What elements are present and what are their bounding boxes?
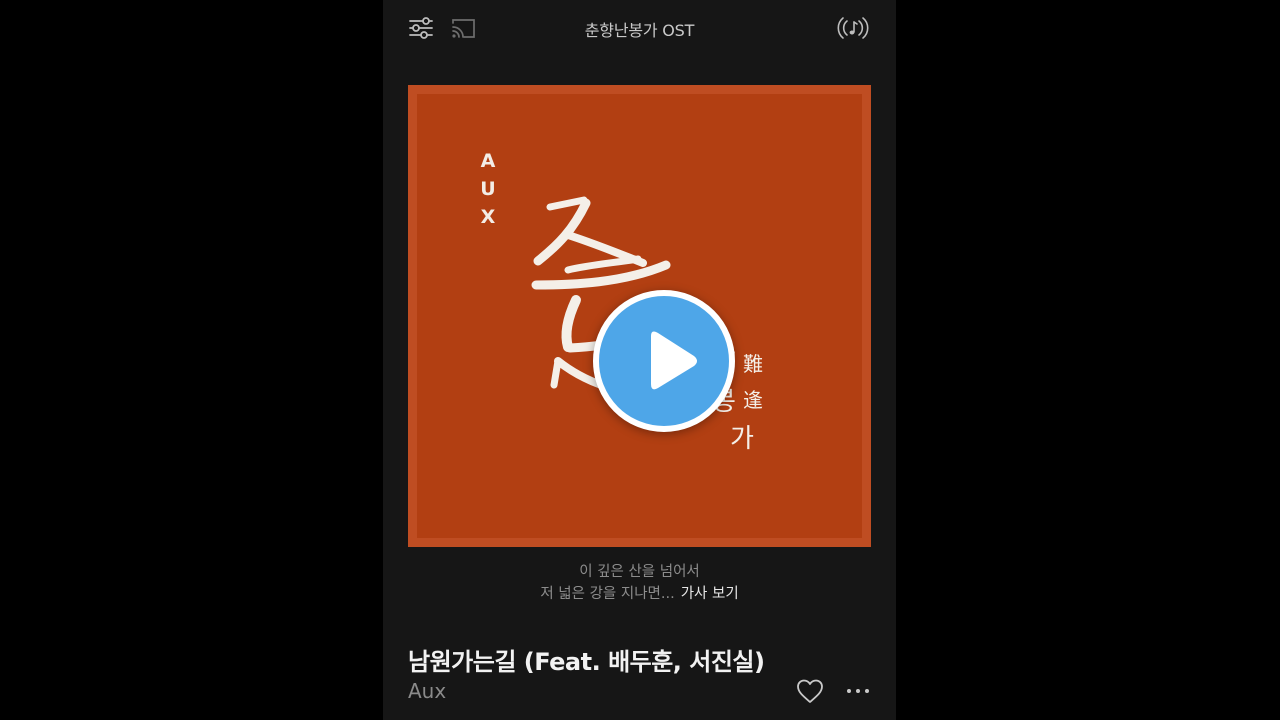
cover-hanja-1: 難 <box>743 352 763 376</box>
lyrics-line-2-wrap: 저 넓은 강을 지나면... 가사 보기 <box>383 583 896 605</box>
lyrics-preview: 이 깊은 산을 넘어서 저 넓은 강을 지나면... 가사 보기 <box>383 561 896 605</box>
lyrics-line-1: 이 깊은 산을 넘어서 <box>579 564 700 580</box>
song-title: 남원가는길 (Feat. 배두훈, 서진실) <box>408 648 765 676</box>
cover-hangul-3: 가 <box>730 424 754 454</box>
equalizer-button[interactable] <box>407 14 435 42</box>
heart-icon <box>797 679 823 703</box>
album-ost-title: 춘향난봉가 OST <box>584 21 695 40</box>
live-music-button[interactable] <box>835 13 871 43</box>
artist-name[interactable]: Aux <box>408 679 446 703</box>
play-button[interactable] <box>593 290 735 432</box>
cast-button[interactable] <box>449 14 477 42</box>
player-screen: 춘향난봉가 OST AUX 難 逢 봉 가 이 깊은 산을 넘어서 저 넓은 강… <box>383 0 896 720</box>
play-icon <box>651 331 697 390</box>
cover-hanja-2: 逢 <box>743 388 763 412</box>
equalizer-icon <box>409 17 433 39</box>
like-button[interactable] <box>795 676 825 706</box>
top-bar: 춘향난봉가 OST <box>383 0 896 56</box>
view-lyrics-link[interactable]: 가사 보기 <box>681 586 739 602</box>
lyrics-line-2: 저 넓은 강을 지나면... <box>540 586 675 602</box>
more-icon <box>847 689 869 693</box>
album-cover: AUX 難 逢 난 봉 가 <box>408 85 871 547</box>
live-music-icon <box>837 17 869 39</box>
more-options-button[interactable] <box>843 676 873 706</box>
cast-icon <box>452 19 475 38</box>
